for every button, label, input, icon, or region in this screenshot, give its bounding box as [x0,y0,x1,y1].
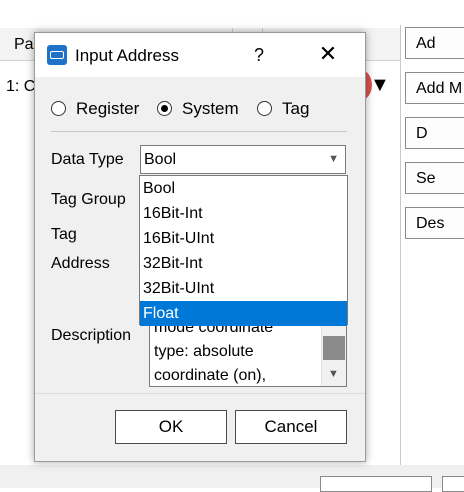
radio-system-icon[interactable] [157,101,172,116]
address-label: Address [51,255,110,272]
background-row-text: 1: C [6,78,36,95]
radio-register[interactable]: Register [51,99,139,119]
side-button-add[interactable]: Ad [405,27,464,59]
dropdown-option-bool[interactable]: Bool [140,176,347,201]
dialog-titlebar: Input Address ? ✕ [35,33,365,77]
background-footer-button[interactable] [442,476,464,492]
background-column-header[interactable]: Pa [14,36,34,54]
input-address-dialog: Input Address ? ✕ Register System Tag Da… [34,32,366,462]
dropdown-arrow-icon[interactable]: ▼ [370,74,390,97]
dropdown-option-32bit-int[interactable]: 32Bit-Int [140,251,347,276]
divider [35,393,365,394]
description-textarea[interactable]: mode coordinate type: absolute coordinat… [149,323,347,387]
tag-group-label: Tag Group [51,191,126,208]
dialog-title: Input Address [75,46,179,65]
side-button-deselect[interactable]: Des [405,207,464,239]
scroll-down-icon[interactable]: ▼ [328,368,339,380]
data-type-dropdown-list: Bool 16Bit-Int 16Bit-UInt 32Bit-Int 32Bi… [139,175,348,326]
help-button[interactable]: ? [249,45,269,66]
dropdown-option-float[interactable]: Float [140,301,347,326]
description-label: Description [51,327,132,344]
dropdown-option-16bit-int[interactable]: 16Bit-Int [140,201,347,226]
scrollbar-thumb[interactable] [323,336,345,360]
side-button-delete[interactable]: D [405,117,464,149]
data-type-label: Data Type [51,151,124,168]
cancel-button[interactable]: Cancel [235,410,347,444]
ok-button[interactable]: OK [115,410,227,444]
close-icon[interactable]: ✕ [315,41,341,67]
tag-label: Tag [51,226,77,243]
data-type-select[interactable]: Bool ▼ [140,145,346,174]
background-footer-button[interactable] [320,476,432,492]
radio-system[interactable]: System [157,99,239,119]
divider [51,131,347,132]
radio-tag[interactable]: Tag [257,99,309,119]
chevron-down-icon[interactable]: ▼ [328,146,339,173]
radio-tag-icon[interactable] [257,101,272,116]
radio-register-icon[interactable] [51,101,66,116]
description-text: mode coordinate type: absolute coordinat… [154,323,274,384]
dropdown-option-16bit-uint[interactable]: 16Bit-UInt [140,226,347,251]
dropdown-option-32bit-uint[interactable]: 32Bit-UInt [140,276,347,301]
side-button-select[interactable]: Se [405,162,464,194]
side-button-add-multiple[interactable]: Add M [405,72,464,104]
app-icon [47,45,67,65]
description-scrollbar[interactable]: ▼ [321,324,346,386]
